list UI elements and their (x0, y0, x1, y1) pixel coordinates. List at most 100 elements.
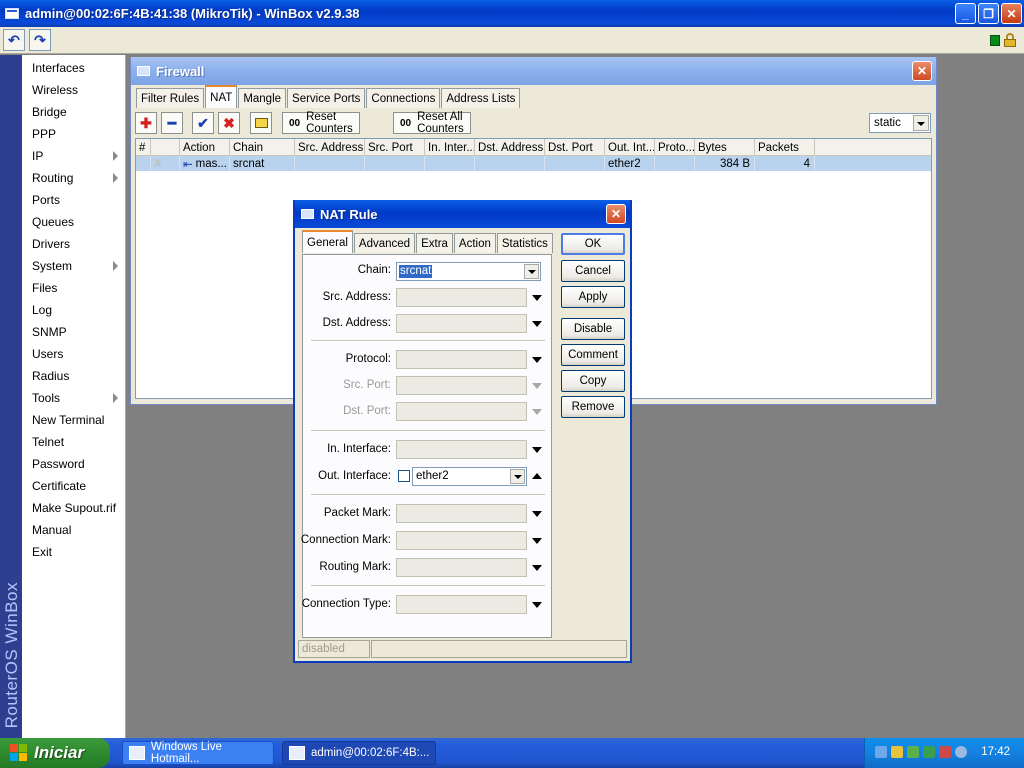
protocol-field[interactable] (396, 350, 527, 369)
restore-button[interactable]: ❐ (978, 3, 999, 24)
tab-statistics[interactable]: Statistics (496, 233, 553, 253)
rule-filter-select[interactable]: static (869, 113, 931, 133)
menu-item-ppp[interactable]: PPP (22, 123, 126, 145)
menu-item-make-supout[interactable]: Make Supout.rif (22, 497, 126, 519)
routing-mark-field[interactable] (396, 558, 527, 577)
menu-item-new-terminal[interactable]: New Terminal (22, 409, 126, 431)
taskbar-item-winbox[interactable]: admin@00:02:6F:4B:... (282, 741, 436, 765)
ok-button[interactable]: OK (561, 233, 625, 255)
tab-filter-rules[interactable]: Filter Rules (136, 88, 205, 108)
volume-icon[interactable] (955, 746, 967, 758)
nat-rule-close-button[interactable]: ✕ (606, 204, 626, 224)
packet-mark-expand-icon[interactable] (532, 511, 542, 517)
antivirus-icon[interactable] (907, 746, 919, 758)
out-interface-select[interactable]: ether2 (412, 467, 527, 486)
menu-item-wireless[interactable]: Wireless (22, 79, 126, 101)
copy-button[interactable]: Copy (561, 370, 625, 392)
tab-general[interactable]: General (302, 230, 353, 253)
in-interface-expand-icon[interactable] (532, 447, 542, 453)
column-header-packets[interactable]: Packets (755, 139, 815, 156)
cancel-button[interactable]: Cancel (561, 260, 625, 282)
menu-item-interfaces[interactable]: Interfaces (22, 57, 126, 79)
packet-mark-field[interactable] (396, 504, 527, 523)
column-header-out-interface[interactable]: Out. Int... (605, 139, 655, 156)
comment-rule-button[interactable] (250, 112, 272, 134)
column-header-flag[interactable] (151, 139, 180, 156)
tab-extra[interactable]: Extra (416, 233, 453, 253)
clock[interactable]: 17:42 (981, 746, 1010, 758)
alert-icon[interactable] (939, 746, 951, 758)
column-header-action[interactable]: Action (180, 139, 230, 156)
tab-action[interactable]: Action (453, 233, 496, 253)
tab-mangle[interactable]: Mangle (238, 88, 287, 108)
connection-type-field[interactable] (396, 595, 527, 614)
menu-item-log[interactable]: Log (22, 299, 126, 321)
routing-mark-expand-icon[interactable] (532, 565, 542, 571)
column-header-dst-address[interactable]: Dst. Address (475, 139, 545, 156)
in-interface-field[interactable] (396, 440, 527, 459)
column-header-bytes[interactable]: Bytes (695, 139, 755, 156)
dst-address-field[interactable] (396, 314, 527, 333)
connection-mark-expand-icon[interactable] (532, 538, 542, 544)
menu-item-ports[interactable]: Ports (22, 189, 126, 211)
src-address-field[interactable] (396, 288, 527, 307)
connection-mark-field[interactable] (396, 531, 527, 550)
column-header-dst-port[interactable]: Dst. Port (545, 139, 605, 156)
menu-item-bridge[interactable]: Bridge (22, 101, 126, 123)
menu-item-radius[interactable]: Radius (22, 365, 126, 387)
src-address-expand-icon[interactable] (532, 295, 542, 301)
remove-button[interactable]: Remove (561, 396, 625, 418)
apply-button[interactable]: Apply (561, 286, 625, 308)
start-button[interactable]: Iniciar (0, 738, 110, 768)
menu-item-queues[interactable]: Queues (22, 211, 126, 233)
taskbar-item-hotmail[interactable]: Windows Live Hotmail... (122, 741, 274, 765)
menu-item-certificate[interactable]: Certificate (22, 475, 126, 497)
network-icon[interactable] (875, 746, 887, 758)
protocol-expand-icon[interactable] (532, 357, 542, 363)
reset-all-counters-button[interactable]: 00 Reset All Counters (393, 111, 471, 135)
column-header-chain[interactable]: Chain (230, 139, 295, 156)
table-row[interactable]: X ⇤ mas... srcnat ether2 384 B 4 (136, 156, 931, 171)
nat-rule-title-bar[interactable]: NAT Rule ✕ (295, 200, 630, 228)
menu-item-users[interactable]: Users (22, 343, 126, 365)
menu-item-snmp[interactable]: SNMP (22, 321, 126, 343)
column-header-src-port[interactable]: Src. Port (365, 139, 425, 156)
firewall-title-bar[interactable]: Firewall ✕ (131, 57, 936, 85)
menu-item-exit[interactable]: Exit (22, 541, 126, 563)
chain-select[interactable]: srcnat (396, 262, 541, 281)
menu-item-drivers[interactable]: Drivers (22, 233, 126, 255)
redo-button[interactable]: ↷ (29, 29, 51, 51)
menu-item-manual[interactable]: Manual (22, 519, 126, 541)
menu-item-ip[interactable]: IP (22, 145, 126, 167)
remove-rule-button[interactable]: ━ (161, 112, 183, 134)
tab-nat[interactable]: NAT (205, 85, 238, 108)
close-button[interactable]: ✕ (1001, 3, 1022, 24)
out-interface-collapse-icon[interactable] (532, 473, 542, 479)
tab-service-ports[interactable]: Service Ports (287, 88, 366, 108)
add-rule-button[interactable]: ✚ (135, 112, 157, 134)
tab-address-lists[interactable]: Address Lists (441, 88, 521, 108)
main-title-bar[interactable]: admin@00:02:6F:4B:41:38 (MikroTik) - Win… (0, 0, 1024, 27)
column-header-number[interactable]: # (136, 139, 151, 156)
out-interface-negate-checkbox[interactable] (398, 470, 410, 482)
tab-connections[interactable]: Connections (366, 88, 441, 108)
dst-address-expand-icon[interactable] (532, 321, 542, 327)
column-header-protocol[interactable]: Proto... (655, 139, 695, 156)
tab-advanced[interactable]: Advanced (353, 233, 416, 253)
disable-button[interactable]: Disable (561, 318, 625, 340)
dropdown-arrow-icon[interactable] (524, 264, 539, 279)
menu-item-tools[interactable]: Tools (22, 387, 126, 409)
column-header-src-address[interactable]: Src. Address (295, 139, 365, 156)
shield-icon[interactable] (891, 746, 903, 758)
menu-item-password[interactable]: Password (22, 453, 126, 475)
disable-rule-button[interactable]: ✖ (218, 112, 240, 134)
comment-button[interactable]: Comment (561, 344, 625, 366)
menu-item-files[interactable]: Files (22, 277, 126, 299)
minimize-button[interactable]: _ (955, 3, 976, 24)
menu-item-routing[interactable]: Routing (22, 167, 126, 189)
dropdown-arrow-icon[interactable] (510, 469, 525, 484)
reset-counters-button[interactable]: 00 Reset Counters (282, 111, 360, 135)
firewall-close-button[interactable]: ✕ (912, 61, 932, 81)
menu-item-system[interactable]: System (22, 255, 126, 277)
enable-rule-button[interactable]: ✔ (192, 112, 214, 134)
